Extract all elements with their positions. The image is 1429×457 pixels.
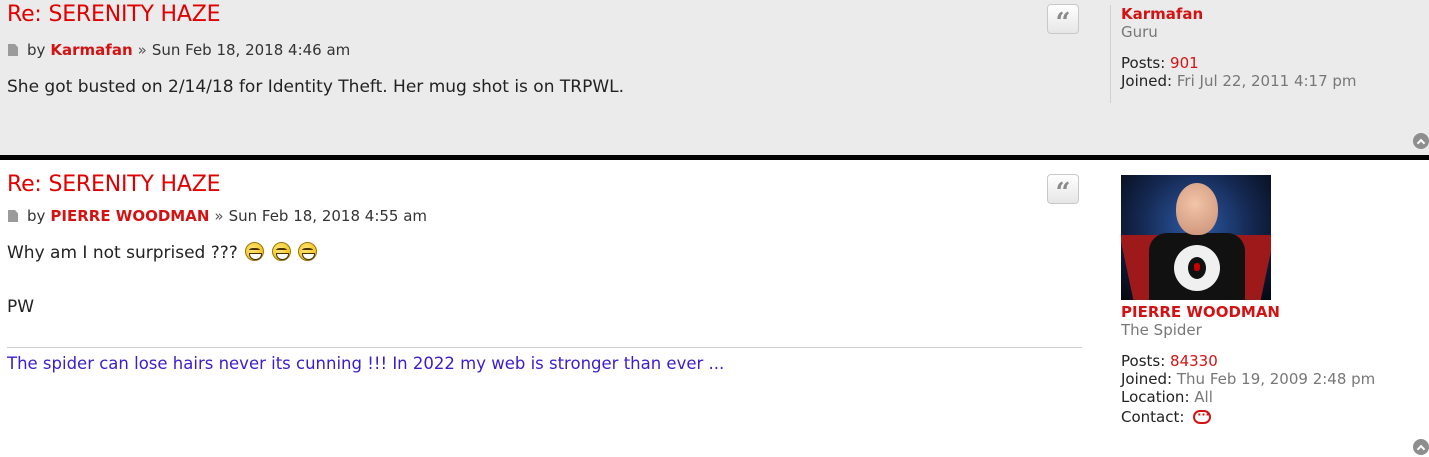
signature-text: The spider can lose hairs never its cunn…: [7, 354, 725, 373]
profile-joined-row: Joined: Thu Feb 19, 2009 2:48 pm: [1121, 370, 1375, 388]
joined-label: Joined:: [1121, 370, 1173, 388]
joined-date: Thu Feb 19, 2009 2:48 pm: [1176, 370, 1376, 388]
by-label: by: [27, 41, 46, 59]
profile-contact-row: Contact:: [1121, 406, 1375, 426]
post-document-icon[interactable]: [8, 44, 18, 56]
signature-divider: [7, 347, 1082, 348]
quote-icon: “: [1055, 8, 1071, 38]
profile-joined-row: Joined: Fri Jul 22, 2011 4:17 pm: [1121, 72, 1357, 90]
profile-username[interactable]: PIERRE WOODMAN: [1121, 303, 1375, 321]
contact-label: Contact:: [1121, 408, 1185, 426]
post-date: Sun Feb 18, 2018 4:55 am: [228, 207, 428, 225]
author-link[interactable]: PIERRE WOODMAN: [50, 207, 209, 225]
post-profile: PIERRE WOODMAN The Spider Posts: 84330 J…: [1121, 303, 1375, 426]
post-content-text: Why am I not surprised ???: [7, 243, 238, 263]
speech-bubble-icon[interactable]: [1193, 406, 1212, 424]
raquo-separator: »: [137, 41, 147, 59]
post-document-icon[interactable]: [8, 210, 18, 222]
post-profile: Karmafan Guru Posts: 901 Joined: Fri Jul…: [1121, 5, 1357, 90]
post-author-line: by PIERRE WOODMAN » Sun Feb 18, 2018 4:5…: [8, 207, 427, 225]
post-title[interactable]: Re: SERENITY HAZE: [7, 172, 220, 197]
post-author-line: by Karmafan » Sun Feb 18, 2018 4:46 am: [8, 41, 350, 59]
profile-rank: Guru: [1121, 23, 1158, 41]
quote-button[interactable]: “: [1047, 4, 1079, 38]
author-link[interactable]: Karmafan: [50, 41, 132, 59]
posts-label: Posts:: [1121, 54, 1166, 72]
profile-rank: The Spider: [1121, 321, 1202, 339]
quote-button[interactable]: “: [1047, 174, 1079, 208]
posts-count-link[interactable]: 84330: [1170, 352, 1218, 370]
grinning-face-emoji: [298, 242, 318, 261]
grinning-face-emoji: [271, 242, 291, 261]
profile-posts-row: Posts: 901: [1121, 54, 1357, 72]
profile-posts-row: Posts: 84330: [1121, 352, 1375, 370]
avatar-face: [1176, 183, 1218, 235]
posts-label: Posts:: [1121, 352, 1166, 370]
avatar[interactable]: [1121, 175, 1271, 300]
avatar-spider-mark: [1194, 263, 1200, 271]
profile-divider: [1110, 5, 1111, 103]
raquo-separator: »: [214, 207, 224, 225]
back-to-top-icon[interactable]: [1413, 133, 1429, 149]
post-content: She got busted on 2/14/18 for Identity T…: [7, 77, 625, 97]
back-to-top-icon[interactable]: [1413, 439, 1429, 455]
joined-label: Joined:: [1121, 72, 1173, 90]
post-pierre-woodman: Re: SERENITY HAZE by PIERRE WOODMAN » Su…: [0, 160, 1429, 457]
post-date: Sun Feb 18, 2018 4:46 am: [151, 41, 351, 59]
profile-username[interactable]: Karmafan: [1121, 5, 1357, 23]
joined-date: Fri Jul 22, 2011 4:17 pm: [1176, 72, 1357, 90]
post-karmafan: Re: SERENITY HAZE by Karmafan » Sun Feb …: [0, 0, 1429, 157]
by-label: by: [27, 207, 46, 225]
posts-count-link[interactable]: 901: [1170, 54, 1199, 72]
post-content-line: Why am I not surprised ???: [7, 242, 318, 263]
quote-icon: “: [1055, 178, 1071, 208]
post-title[interactable]: Re: SERENITY HAZE: [7, 2, 220, 27]
grinning-face-emoji: [245, 242, 265, 261]
profile-location-row: Location: All: [1121, 388, 1375, 406]
location-value: All: [1194, 388, 1213, 406]
location-label: Location:: [1121, 388, 1190, 406]
post-content-sign-off: PW: [7, 297, 35, 317]
